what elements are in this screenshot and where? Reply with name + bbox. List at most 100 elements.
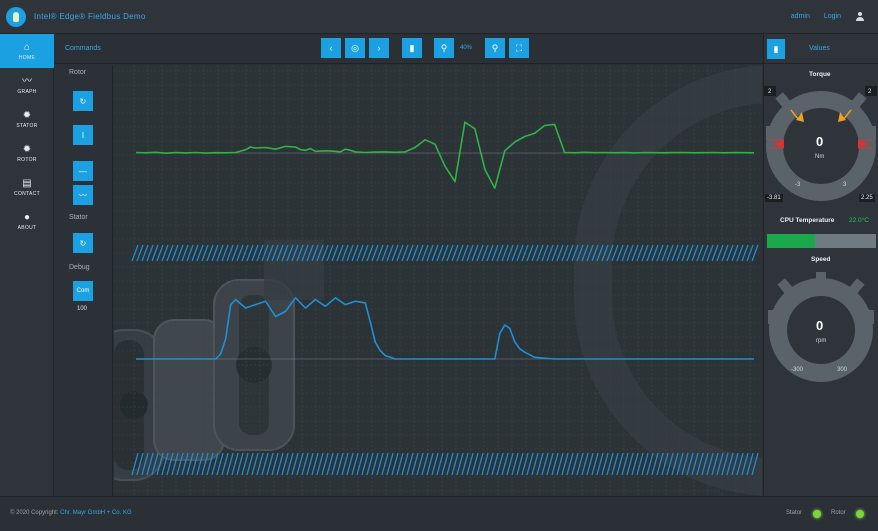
zoom-out-button[interactable]: ⚲: [434, 38, 454, 58]
hatch-band-line: [516, 452, 524, 476]
hatch-band-line: [401, 452, 409, 476]
stator-refresh-button[interactable]: ↻: [73, 233, 93, 253]
stator-status-label: Stator: [786, 510, 803, 516]
hatch-band-line: [251, 244, 259, 262]
hatch-band-line: [681, 452, 689, 476]
sidebar-item-label: ROTOR: [17, 156, 37, 163]
hatch-band-line: [271, 452, 279, 476]
sidebar-item-rotor[interactable]: ✹ ROTOR: [0, 136, 54, 170]
hatch-band-line: [271, 244, 279, 262]
footer: © 2020 Copyright: Chr. Mayr GmbH + Co. K…: [0, 496, 878, 531]
hatch-band-line: [656, 452, 664, 476]
hatch-band-line: [641, 452, 649, 476]
sidebar-item-label: STATOR: [16, 122, 38, 129]
values-title: Values: [809, 45, 830, 52]
controls-column: Rotor ↻ I — 〰 Stator ↻ Debug Com 100: [55, 65, 113, 496]
hatch-band-line: [546, 452, 554, 476]
torque-unit: Nm: [815, 154, 825, 160]
sidebar-item-home[interactable]: ⌂ HOME: [0, 34, 54, 68]
hatch-band-line: [691, 244, 699, 262]
app-title: Intel® Edge® Fieldbus Demo: [34, 12, 146, 21]
hatch-band-line: [576, 452, 584, 476]
graph-icon: 〰: [22, 75, 32, 87]
battery-icon: ▮: [773, 43, 779, 54]
hatch-band-line: [296, 452, 304, 476]
hatch-band-line: [161, 452, 169, 476]
hatch-band-line: [306, 452, 314, 476]
rotor-status-led: [856, 510, 864, 518]
rotor-line-button[interactable]: —: [73, 161, 93, 181]
hatch-band-line: [531, 452, 539, 476]
rotor-status-label: Rotor: [831, 510, 846, 516]
hatch-band-line: [256, 452, 264, 476]
chart-area[interactable]: [114, 65, 762, 496]
hatch-band-line: [146, 452, 154, 476]
rotor-wave-button[interactable]: 〰: [73, 185, 93, 205]
hatch-band-line: [721, 452, 729, 476]
hatch-band-line: [736, 452, 744, 476]
target-icon: ◎: [351, 42, 359, 53]
hatch-band-line: [176, 452, 184, 476]
admin-link[interactable]: admin: [791, 13, 810, 20]
hatch-band-line: [191, 452, 199, 476]
hatch-band-line: [561, 452, 569, 476]
speed-title: Speed: [811, 256, 831, 263]
next-button[interactable]: ›: [369, 38, 389, 58]
login-link[interactable]: Login: [824, 13, 841, 20]
copyright-text: © 2020 Copyright: Chr. Mayr GmbH + Co. K…: [10, 510, 132, 516]
gear-icon: ✹: [22, 143, 32, 155]
rotor-section-label: Rotor: [69, 69, 87, 76]
hatch-band-line: [171, 452, 179, 476]
hatch-band-line: [386, 452, 394, 476]
battery-icon: ▮: [409, 42, 415, 53]
hatch-band-line: [336, 452, 344, 476]
sidebar-item-about[interactable]: ● ABOUT: [0, 204, 54, 238]
app-logo[interactable]: [6, 6, 26, 27]
hatch-band-line: [676, 452, 684, 476]
hatch-band-line: [181, 452, 189, 476]
hatch-band-line: [326, 452, 334, 476]
hatch-band-line: [506, 452, 514, 476]
speed-unit: rpm: [816, 338, 827, 344]
torque-scale-max: 3: [843, 182, 847, 188]
hatch-band-line: [391, 452, 399, 476]
hatch-band-line: [631, 244, 639, 262]
hatch-band-line: [236, 452, 244, 476]
zoom-in-button[interactable]: ⚲: [485, 38, 505, 58]
company-link[interactable]: Chr. Mayr GmbH + Co. KG: [60, 510, 132, 516]
search-icon: ⚲: [440, 42, 448, 53]
torque-value: 0: [816, 134, 824, 149]
sidebar-item-stator[interactable]: ✹ STATOR: [0, 102, 54, 136]
hatch-band-line: [746, 452, 754, 476]
hatch-band-line: [286, 452, 294, 476]
fullscreen-button[interactable]: ⛶: [509, 38, 529, 58]
hatch-band-line: [556, 452, 564, 476]
debug-com-button[interactable]: Com: [73, 281, 93, 301]
prev-button[interactable]: ‹: [321, 38, 341, 58]
hatch-band-line: [361, 452, 369, 476]
sidebar-item-label: ABOUT: [17, 224, 37, 231]
battery-button[interactable]: ▮: [402, 38, 422, 58]
battery-button[interactable]: ▮: [767, 39, 785, 59]
hatch-band-line: [541, 452, 549, 476]
hatch-band-line: [716, 452, 724, 476]
hatch-band-line: [431, 244, 439, 262]
hatch-band-line: [726, 452, 734, 476]
hatch-band-line: [621, 452, 629, 476]
hatch-band-line: [371, 244, 379, 262]
copyright-label: © 2020 Copyright:: [10, 510, 59, 516]
hatch-band-line: [311, 452, 319, 476]
refresh-icon: ↻: [79, 96, 87, 106]
hatch-band-line: [391, 244, 399, 262]
rotor-i-button[interactable]: I: [73, 125, 93, 145]
hatch-band-line: [686, 452, 694, 476]
hatch-band-line: [411, 452, 419, 476]
rotor-refresh-button[interactable]: ↻: [73, 91, 93, 111]
hatch-band-line: [166, 452, 174, 476]
hatch-band-line: [451, 452, 459, 476]
sidebar-item-graph[interactable]: 〰 GRAPH: [0, 68, 54, 102]
user-icon[interactable]: [855, 12, 864, 21]
sidebar-item-contact[interactable]: ▤ CONTACT: [0, 170, 54, 204]
target-button[interactable]: ◎: [345, 38, 365, 58]
info-icon: ●: [23, 211, 31, 223]
